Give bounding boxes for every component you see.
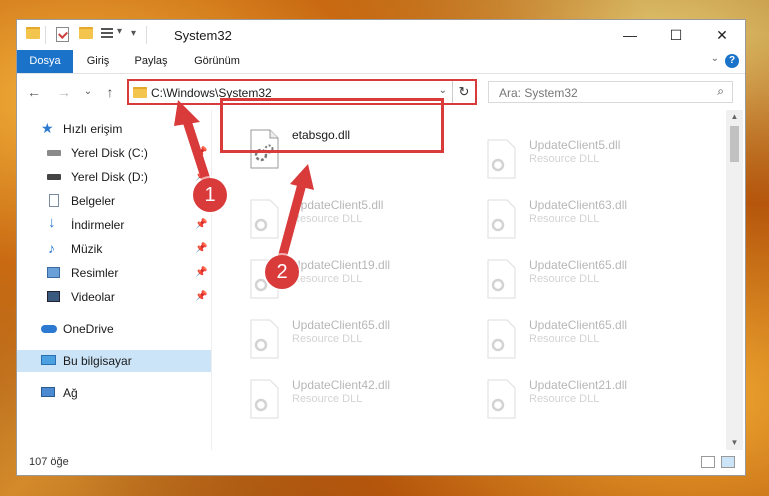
arrow-2-shaft [277,182,307,260]
arrow-1-head [174,100,200,126]
step-2-badge: 2 [265,255,299,289]
step-1-badge: 1 [193,178,227,212]
arrow-2-head [290,164,314,190]
annotation-arrows [174,100,314,260]
